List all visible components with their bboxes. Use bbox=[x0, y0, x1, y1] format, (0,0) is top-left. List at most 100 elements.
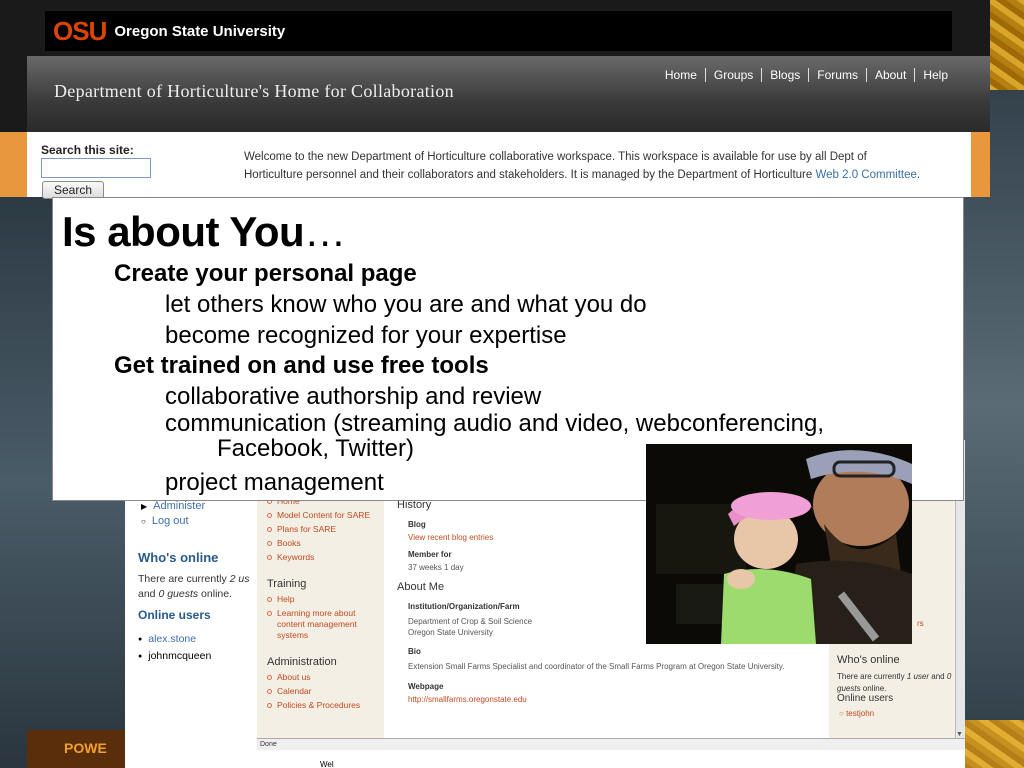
circle-bullet-icon bbox=[267, 527, 272, 532]
menu-item-label: Log out bbox=[151, 515, 189, 527]
slide-title-text: Is about You bbox=[62, 208, 305, 255]
right-online-users-heading: Online users bbox=[837, 693, 894, 704]
nav-help[interactable]: Help bbox=[914, 68, 956, 82]
menu-item-label: Administer bbox=[153, 500, 206, 512]
who-text-part: There are currently bbox=[837, 672, 907, 681]
who-text-guests: 0 guests bbox=[158, 588, 199, 600]
circle-bullet-icon bbox=[267, 597, 272, 602]
online-user-name: johnmcqueen bbox=[148, 650, 212, 662]
who-text-count: 1 user bbox=[906, 672, 930, 681]
nav-item[interactable]: Plans for SARE bbox=[267, 524, 370, 535]
institution-value-2: Oregon State University bbox=[408, 628, 493, 637]
scroll-down-icon[interactable]: ▼ bbox=[956, 731, 963, 738]
institution-value: Department of Crop & Soil Science bbox=[408, 617, 533, 626]
welcome-end: . bbox=[916, 169, 921, 181]
whos-online-heading: Who's online bbox=[138, 550, 219, 565]
osu-logo-name: Oregon State University bbox=[114, 22, 286, 40]
right-whos-online-text: There are currently 1 user and 0 guests … bbox=[837, 671, 952, 695]
circle-bullet-icon bbox=[267, 675, 272, 680]
slide-title: Is about You… bbox=[62, 208, 346, 256]
bio-label: Bio bbox=[408, 647, 421, 656]
member-for-label: Member for bbox=[408, 550, 452, 559]
web20-committee-link[interactable]: Web 2.0 Committee bbox=[815, 169, 916, 181]
nav-item-label: Help bbox=[277, 594, 295, 604]
nav-about[interactable]: About bbox=[865, 68, 914, 82]
online-users-heading: Online users bbox=[138, 608, 211, 622]
nav-item[interactable]: Help bbox=[267, 594, 379, 605]
online-user[interactable]: ● johnmcqueen bbox=[138, 650, 211, 662]
right-whos-online-heading: Who's online bbox=[837, 654, 900, 666]
bullet-item: let others know who you are and what you… bbox=[165, 291, 647, 318]
nav-item[interactable]: About us bbox=[267, 672, 360, 683]
search-input[interactable] bbox=[41, 158, 151, 178]
nav-item-label: Calendar bbox=[277, 686, 312, 696]
search-label: Search this site: bbox=[41, 143, 134, 157]
nav-item[interactable]: Calendar bbox=[267, 686, 360, 697]
osu-logo-mark: OSU bbox=[53, 16, 107, 46]
powered-by-text: POWE bbox=[64, 740, 107, 756]
whos-online-text: There are currently 2 us and 0 guests onl… bbox=[138, 572, 256, 602]
training-list: Help Learning more about content managem… bbox=[267, 594, 379, 644]
online-user-name: alex.stone bbox=[148, 633, 197, 645]
page-content: Search this site: Search Welcome to the … bbox=[27, 132, 971, 199]
page-title: Department of Horticulture's Home for Co… bbox=[54, 81, 454, 101]
nav-item[interactable]: Policies & Procedures bbox=[267, 700, 360, 711]
administration-list: About us Calendar Policies & Procedures bbox=[267, 672, 360, 714]
bullet-item: collaborative authorship and review bbox=[165, 383, 542, 410]
nav-forums[interactable]: Forums bbox=[808, 68, 866, 82]
nav-home[interactable]: Home bbox=[657, 68, 705, 82]
osu-logo[interactable]: OSU Oregon State University bbox=[53, 17, 285, 45]
welcome-text: Welcome to the new Department of Horticu… bbox=[244, 148, 924, 184]
right-sidebar-peek-text: rs bbox=[917, 619, 924, 628]
circle-bullet-icon bbox=[267, 555, 272, 560]
webpage-link[interactable]: http://smallfarms.oregonstate.edu bbox=[408, 695, 527, 704]
osu-banner: OSU Oregon State University bbox=[45, 11, 952, 51]
nav-item-label: Model Content for SARE bbox=[277, 510, 371, 520]
browser-status-bar: Done bbox=[257, 738, 965, 750]
nav-item-label: Keywords bbox=[277, 552, 315, 562]
who-text-part: online. bbox=[198, 588, 232, 600]
page-margin-right bbox=[971, 132, 990, 197]
bullet-heading-free-tools: Get trained on and use free tools bbox=[114, 352, 489, 379]
department-header: Department of Horticulture's Home for Co… bbox=[27, 56, 990, 132]
menu-item-logout[interactable]: ○ Log out bbox=[141, 515, 205, 527]
nav-item-label: Books bbox=[277, 538, 301, 548]
nav-item[interactable]: Keywords bbox=[267, 552, 370, 563]
bullet-icon: ● bbox=[138, 652, 143, 660]
triangle-right-icon: ▶ bbox=[141, 501, 148, 511]
recent-blog-link[interactable]: View recent blog entries bbox=[408, 533, 493, 542]
nav-groups[interactable]: Groups bbox=[704, 68, 761, 82]
bullet-icon: ○ bbox=[141, 516, 146, 526]
nav-item-label: About us bbox=[277, 672, 311, 682]
menu-item-administer[interactable]: ▶ Administer bbox=[141, 500, 205, 512]
nav-list-top: Home Model Content for SARE Plans for SA… bbox=[267, 496, 370, 566]
online-user[interactable]: ● alex.stone bbox=[138, 633, 211, 645]
page-margin-left bbox=[0, 132, 27, 197]
circle-bullet-icon bbox=[267, 513, 272, 518]
training-heading: Training bbox=[267, 578, 307, 590]
nav-blogs[interactable]: Blogs bbox=[761, 68, 808, 82]
administration-heading: Administration bbox=[267, 656, 337, 668]
nav-item-label: Policies & Procedures bbox=[277, 700, 361, 710]
nav-item[interactable]: Books bbox=[267, 538, 370, 549]
nav-item-label: Plans for SARE bbox=[277, 524, 337, 534]
right-online-user[interactable]: ○ testjohn bbox=[839, 708, 954, 720]
bullet-item: project management bbox=[165, 469, 384, 496]
user-menu: ▶ Administer ○ Log out bbox=[141, 500, 205, 530]
nav-item-label: Learning more about content management s… bbox=[277, 608, 357, 640]
about-me-heading: About Me bbox=[397, 581, 445, 593]
bio-value: Extension Small Farms Specialist and coo… bbox=[408, 662, 785, 671]
who-text-part: online. bbox=[860, 684, 887, 693]
circle-bullet-icon bbox=[267, 541, 272, 546]
online-user-name: testjohn bbox=[846, 709, 875, 718]
nav-item[interactable]: Model Content for SARE bbox=[267, 510, 370, 521]
bullet-icon: ● bbox=[138, 635, 143, 643]
online-users-list: ● alex.stone ● johnmcqueen bbox=[138, 633, 211, 667]
circle-bullet-icon bbox=[267, 611, 272, 616]
who-text-part: There are currently bbox=[138, 573, 230, 585]
top-screenshot: OSU Oregon State University Department o… bbox=[0, 0, 990, 199]
who-text-count: 2 us bbox=[229, 573, 250, 585]
father-child-photo bbox=[646, 444, 912, 644]
top-nav: Home Groups Blogs Forums About Help bbox=[657, 68, 956, 82]
nav-item[interactable]: Learning more about content management s… bbox=[267, 608, 379, 641]
